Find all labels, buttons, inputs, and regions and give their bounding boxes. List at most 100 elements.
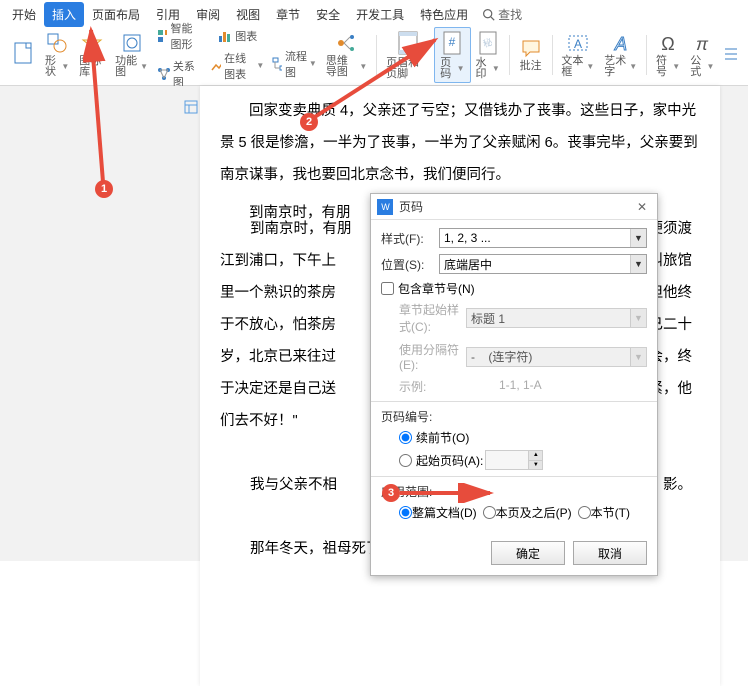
tab-special[interactable]: 特色应用 bbox=[412, 2, 476, 27]
shape-icon bbox=[46, 32, 68, 54]
funcimg-button[interactable]: 功能图▼ bbox=[110, 30, 153, 80]
doc-p1: 回家变卖典质 4，父亲还了亏空；又借钱办了丧事。这些日子，家中光景 5 很是惨澹… bbox=[220, 103, 698, 183]
spin-down[interactable]: ▼ bbox=[528, 461, 542, 470]
fromhere-radio[interactable] bbox=[483, 506, 496, 519]
fromhere-label: 本页及之后(P) bbox=[496, 504, 572, 521]
annotation-badge-3: 3 bbox=[382, 484, 400, 502]
symbol-button[interactable]: Ω 符号▼ bbox=[651, 30, 685, 80]
thissection-label: 本节(T) bbox=[591, 504, 630, 521]
wholedoc-label: 整篇文档(D) bbox=[412, 504, 477, 521]
tab-layout[interactable]: 页面布局 bbox=[84, 2, 148, 27]
chart-icon bbox=[218, 29, 232, 43]
ok-button[interactable]: 确定 bbox=[491, 541, 565, 565]
tab-devtools[interactable]: 开发工具 bbox=[348, 2, 412, 27]
iconlib-icon bbox=[81, 32, 103, 54]
separator-combo: ▼ bbox=[466, 347, 647, 367]
svg-text:W: W bbox=[381, 202, 390, 212]
flowchart-label: 流程图 bbox=[285, 48, 308, 80]
wordart-button[interactable]: A 艺术字▼ bbox=[599, 30, 642, 80]
startat-spinner[interactable]: ▲▼ bbox=[485, 450, 543, 470]
annotation-badge-2: 2 bbox=[300, 113, 318, 131]
watermark-label: 水印 bbox=[476, 58, 491, 80]
header-footer-button[interactable]: 页眉和页脚 bbox=[381, 28, 434, 82]
pagenum-label: 页码 bbox=[440, 58, 455, 80]
more-button[interactable] bbox=[719, 41, 742, 69]
spin-up[interactable]: ▲ bbox=[528, 451, 542, 461]
thissection-radio[interactable] bbox=[578, 506, 591, 519]
include-chapter-label: 包含章节号(N) bbox=[398, 280, 475, 297]
style-dropdown-button[interactable]: ▼ bbox=[630, 229, 646, 247]
position-label: 位置(S): bbox=[381, 256, 439, 273]
formula-button[interactable]: π 公式▼ bbox=[685, 30, 719, 80]
wordart-icon: A bbox=[610, 32, 632, 54]
chart-button[interactable]: 图表 bbox=[207, 26, 268, 46]
dialog-close-button[interactable]: ✕ bbox=[633, 200, 651, 214]
chart-label: 图表 bbox=[235, 28, 257, 44]
tab-section[interactable]: 章节 bbox=[268, 2, 308, 27]
wholedoc-radio[interactable] bbox=[399, 506, 412, 519]
comment-icon bbox=[520, 37, 542, 59]
onlinechart-label: 在线图表 bbox=[224, 50, 255, 82]
style-combo[interactable]: ▼ bbox=[439, 228, 647, 248]
separator-label: 使用分隔符(E): bbox=[399, 341, 466, 372]
svg-text:#: # bbox=[449, 35, 456, 49]
numbering-label: 页码编号: bbox=[381, 408, 647, 425]
funcimg-label: 功能图 bbox=[115, 56, 139, 78]
svg-text:A: A bbox=[574, 37, 582, 51]
separator-value bbox=[467, 348, 630, 366]
search-label: 查找 bbox=[498, 6, 522, 23]
blankpage-icon bbox=[12, 41, 34, 67]
onlinechart-icon bbox=[211, 59, 221, 73]
scope-label: 应用范围: bbox=[381, 483, 647, 500]
shape-button[interactable]: 形状▼ bbox=[40, 30, 74, 80]
smartshape-button[interactable]: 智能图形 bbox=[153, 18, 207, 54]
iconlib-button[interactable]: 图标库 bbox=[74, 30, 110, 80]
relation-icon bbox=[157, 67, 170, 81]
include-chapter-checkbox[interactable] bbox=[381, 282, 394, 295]
doc-p2a: 到南京时，有朋 bbox=[249, 205, 351, 221]
textbox-icon: A bbox=[567, 32, 589, 54]
example-label: 示例: bbox=[399, 378, 499, 395]
textbox-button[interactable]: A 文本框▼ bbox=[556, 30, 599, 80]
continue-label: 续前节(O) bbox=[416, 429, 469, 446]
mindmap-button[interactable]: 思维导图▼ bbox=[321, 30, 373, 80]
pagenum-dialog: W 页码 ✕ 样式(F): ▼ 位置(S): ▼ bbox=[370, 193, 658, 576]
mindmap-label: 思维导图 bbox=[326, 56, 359, 78]
chapter-style-label: 章节起始样式(C): bbox=[399, 301, 466, 335]
dialog-title: 页码 bbox=[399, 198, 633, 215]
pagenum-icon: # bbox=[440, 30, 464, 56]
position-combo[interactable]: ▼ bbox=[439, 254, 647, 274]
tab-start[interactable]: 开始 bbox=[4, 2, 44, 27]
onlinechart-button[interactable]: 在线图表▼ bbox=[207, 48, 268, 84]
tab-security[interactable]: 安全 bbox=[308, 2, 348, 27]
flowchart-icon bbox=[272, 57, 282, 71]
position-dropdown-button[interactable]: ▼ bbox=[630, 255, 646, 273]
shape-label: 形状 bbox=[45, 56, 60, 78]
tab-insert[interactable]: 插入 bbox=[44, 2, 84, 27]
continue-radio[interactable] bbox=[399, 431, 412, 444]
navigation-icon[interactable] bbox=[184, 100, 198, 119]
style-value[interactable] bbox=[440, 229, 630, 247]
flowchart-button[interactable]: 流程图▼ bbox=[268, 46, 321, 82]
tab-view[interactable]: 视图 bbox=[228, 2, 268, 27]
chapter-style-dropdown: ▼ bbox=[630, 309, 646, 327]
pagenum-button[interactable]: # 页码▼ bbox=[434, 27, 470, 83]
header-footer-label: 页眉和页脚 bbox=[386, 58, 429, 80]
relation-label: 关系图 bbox=[173, 58, 203, 90]
chapter-style-combo: ▼ bbox=[466, 308, 647, 328]
position-value[interactable] bbox=[440, 255, 630, 273]
svg-text:A: A bbox=[614, 34, 627, 54]
header-footer-icon bbox=[396, 30, 420, 56]
watermark-button[interactable]: 秘 水印▼ bbox=[471, 28, 505, 82]
comment-button[interactable]: 批注 bbox=[514, 35, 548, 74]
svg-text:π: π bbox=[696, 34, 709, 54]
cancel-button[interactable]: 取消 bbox=[573, 541, 647, 565]
example-value: 1-1, 1-A bbox=[499, 378, 542, 395]
startat-input[interactable] bbox=[486, 451, 528, 469]
chapter-style-value bbox=[467, 309, 630, 327]
wordart-label: 艺术字 bbox=[604, 56, 628, 78]
blankpage-button[interactable] bbox=[6, 39, 40, 71]
startat-radio[interactable] bbox=[399, 454, 412, 467]
comment-label: 批注 bbox=[520, 61, 542, 72]
search-button[interactable]: 查找 bbox=[482, 6, 522, 23]
